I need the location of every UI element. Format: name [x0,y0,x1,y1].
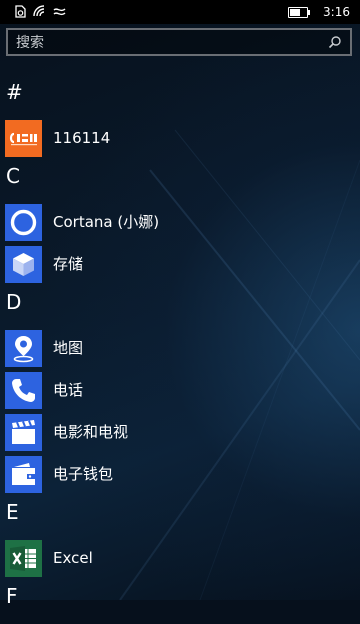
search-placeholder: 搜索 [16,35,44,51]
section-letter: C [6,164,20,188]
app-label: 电话 [53,381,84,399]
app-item-movies-tv[interactable]: 电影和电视 [0,414,360,451]
search-icon[interactable] [328,35,342,49]
wallet-icon [5,456,42,493]
section-header-d[interactable]: D [0,288,360,322]
section-header-hash[interactable]: # [0,78,360,112]
section-header-c[interactable]: C [0,162,360,196]
movies-tv-icon [5,414,42,451]
section-letter: D [6,290,22,314]
excel-icon [5,540,42,577]
app-116114-icon [5,120,42,157]
app-label: 电影和电视 [53,423,129,441]
section-header-f[interactable]: F [0,582,360,616]
phone-icon [5,372,42,409]
app-item-cortana[interactable]: Cortana (小娜) [0,204,360,241]
storage-icon [5,246,42,283]
app-label: 地图 [53,339,84,357]
app-label: 116114 [53,129,111,147]
battery-icon [288,7,310,18]
status-bar: 3:16 [0,0,360,24]
app-item-116114[interactable]: 116114 [0,120,360,157]
notification-icon [15,5,26,18]
app-item-phone[interactable]: 电话 [0,372,360,409]
maps-icon [5,330,42,367]
section-letter: F [6,584,18,608]
app-item-storage[interactable]: 存储 [0,246,360,283]
clock: 3:16 [323,5,350,19]
section-letter: E [6,500,19,524]
app-label: Cortana (小娜) [53,213,160,231]
app-label: 存储 [53,255,84,273]
app-item-wallet[interactable]: 电子钱包 [0,456,360,493]
app-item-excel[interactable]: Excel [0,540,360,577]
data-sense-icon [53,8,66,16]
search-box[interactable]: 搜索 [6,28,352,56]
battery-level [290,9,300,16]
app-item-maps[interactable]: 地图 [0,330,360,367]
section-letter: # [6,80,23,104]
section-header-e[interactable]: E [0,498,360,532]
wifi-icon [33,5,45,17]
cortana-icon [5,204,42,241]
app-label: Excel [53,549,93,567]
app-list[interactable]: # 116114 C Cortana (小娜) 存储 D 地图 电话 电影和电视… [0,78,360,624]
app-label: 电子钱包 [53,465,114,483]
